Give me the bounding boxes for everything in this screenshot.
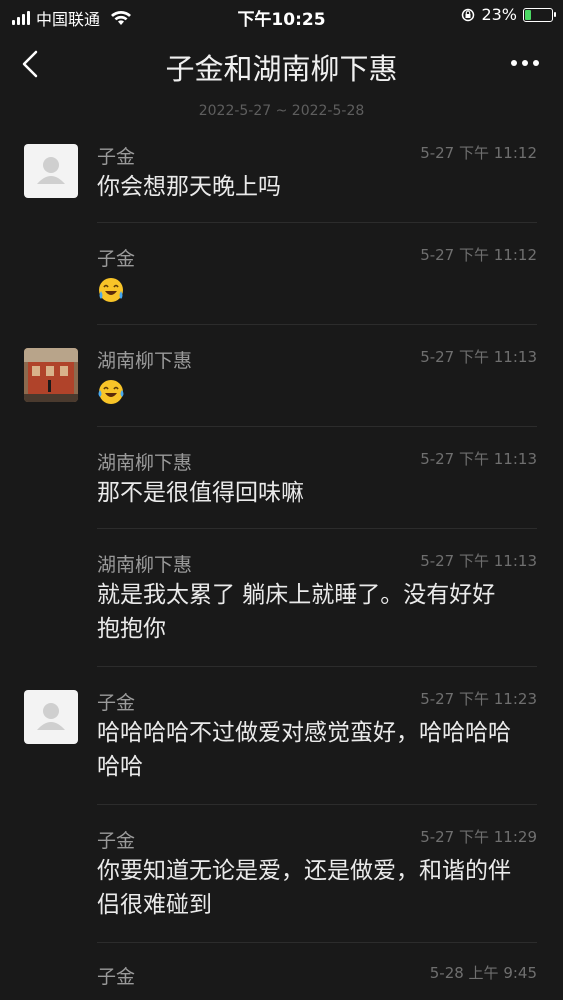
message-text: 你会想那天晚上吗: [97, 174, 281, 200]
message-item: 子金 5-27 下午 11:12 你会想那天晚上吗: [0, 140, 563, 224]
message-time: 5-27 下午 11:12: [420, 144, 537, 162]
battery-level: [525, 9, 532, 20]
divider: [97, 942, 537, 943]
message-item: 子金 5-27 下午 11:23 哈哈哈哈不过做爱对感觉蛮好，哈哈哈哈 哈哈: [0, 686, 563, 806]
more-dot-icon: [533, 60, 539, 66]
avatar[interactable]: [24, 144, 78, 198]
message-text-line: 抱抱你: [97, 616, 166, 642]
divider: [97, 666, 537, 667]
orientation-lock-icon: [462, 8, 475, 21]
message-item: 湖南柳下惠 5-27 下午 11:13 就是我太累了 躺床上就睡了。没有好好 抱…: [0, 548, 563, 668]
message-text-line: 哈哈哈哈不过做爱对感觉蛮好，哈哈哈哈: [97, 720, 511, 746]
message-text-line: 你要知道无论是爱，还是做爱，和谐的伴: [97, 858, 511, 884]
nav-bar: 子金和湖南柳下惠: [0, 32, 563, 96]
sender-name: 湖南柳下惠: [97, 554, 193, 576]
message-item: 湖南柳下惠 5-27 下午 11:13 那不是很值得回味嘛: [0, 446, 563, 530]
avatar[interactable]: [24, 348, 78, 402]
user-photo-icon: [24, 348, 78, 402]
message-time: 5-27 下午 11:12: [420, 246, 537, 264]
message-item: 湖南柳下惠 5-27 下午 11:13: [0, 344, 563, 428]
sender-name: 湖南柳下惠: [97, 452, 193, 474]
divider: [97, 528, 537, 529]
message-item: 子金 5-27 下午 11:12: [0, 242, 563, 326]
message-time: 5-27 下午 11:23: [420, 690, 537, 708]
sender-name: 子金: [97, 248, 136, 270]
default-avatar-icon: [37, 703, 65, 730]
chat-title: 子金和湖南柳下惠: [165, 52, 398, 86]
message-time: 5-27 下午 11:29: [420, 828, 537, 846]
message-time: 5-28 上午 9:45: [429, 964, 537, 982]
message-time: 5-27 下午 11:13: [420, 348, 537, 366]
divider: [97, 426, 537, 427]
status-bar: 中国联通 下午10:25 23%: [0, 0, 563, 32]
crying-laughing-emoji-icon: [99, 278, 123, 302]
message-time: 5-27 下午 11:13: [420, 552, 537, 570]
divider: [97, 324, 537, 325]
sender-name: 子金: [97, 692, 136, 714]
status-right: 23%: [461, 5, 556, 24]
sender-name: 子金: [97, 830, 136, 852]
date-range: 2022-5-27 ~ 2022-5-28: [198, 103, 365, 119]
tears-of-joy-emoji-icon: [98, 380, 124, 404]
sender-name: 子金: [97, 146, 136, 168]
message-text: 那不是很值得回味嘛: [97, 480, 304, 506]
divider: [97, 222, 537, 223]
more-dot-icon: [522, 60, 528, 66]
message-item: 子金 5-27 下午 11:29 你要知道无论是爱，还是做爱，和谐的伴 侣很难碰…: [0, 824, 563, 944]
battery-icon: [523, 7, 556, 22]
default-avatar-icon: [37, 157, 65, 184]
sender-name: 子金: [97, 966, 136, 988]
message-item: 子金 5-28 上午 9:45: [0, 962, 563, 1000]
message-text-line: 就是我太累了 躺床上就睡了。没有好好: [97, 582, 496, 608]
message-time: 5-27 下午 11:13: [420, 450, 537, 468]
avatar[interactable]: [24, 690, 78, 744]
more-options-button[interactable]: [507, 52, 543, 74]
more-dot-icon: [511, 60, 517, 66]
message-text-line: 哈哈: [97, 754, 143, 780]
battery-percent: 23%: [481, 5, 517, 24]
divider: [97, 804, 537, 805]
sender-name: 湖南柳下惠: [97, 350, 193, 372]
message-text-line: 侣很难碰到: [97, 892, 212, 918]
